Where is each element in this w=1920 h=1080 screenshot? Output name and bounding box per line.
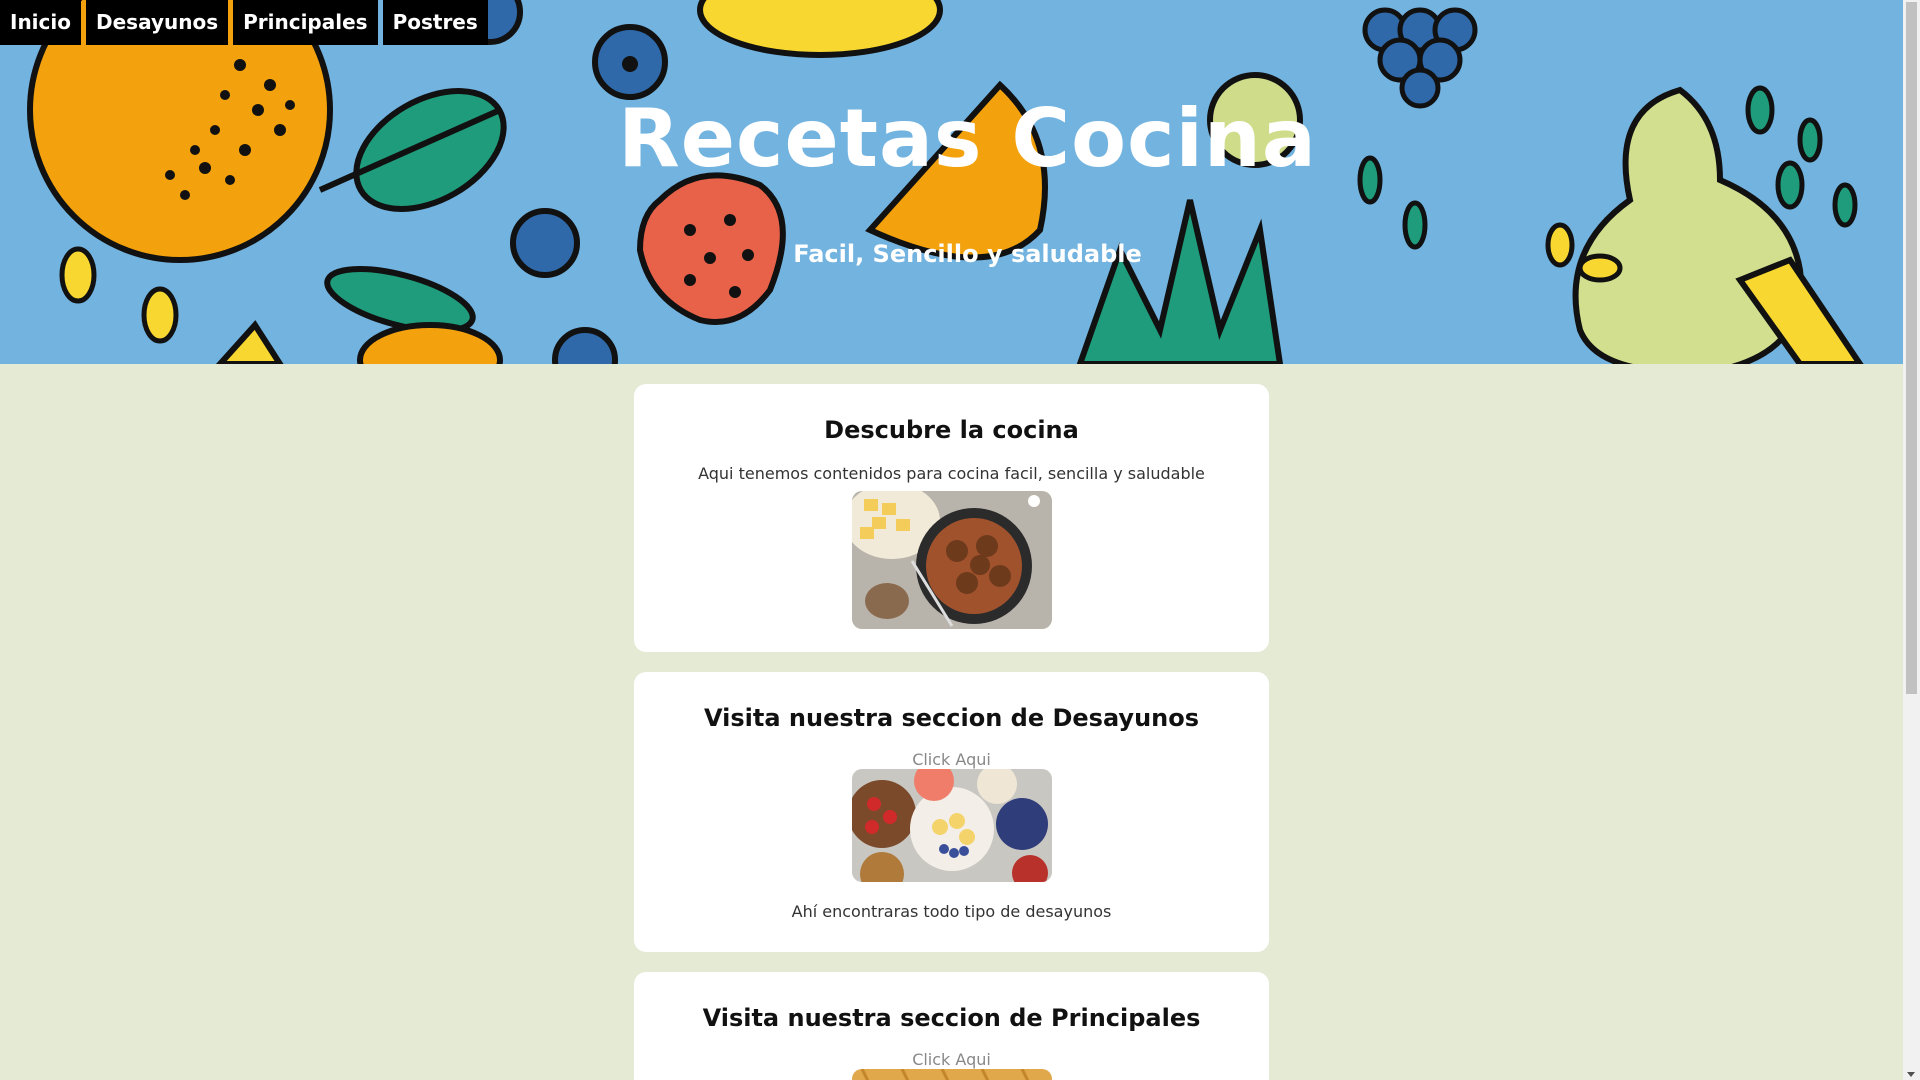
card-principales: Visita nuestra seccion de Principales Cl… (634, 972, 1269, 1080)
nav-item-postres[interactable]: Postres (382, 0, 488, 45)
meatball-stew-image (851, 491, 1052, 629)
nav-item-principales[interactable]: Principales (233, 0, 378, 45)
meatball-stew-image-graphic (851, 491, 1052, 629)
card-caption: Ahí encontraras todo tipo de desayunos (791, 902, 1112, 921)
pasta-image-graphic (851, 1069, 1052, 1080)
hero-banner: Recetas Cocina Facil, Sencillo y saludab… (0, 0, 1903, 364)
card-desayunos: Visita nuestra seccion de Desayunos Clic… (634, 672, 1269, 952)
page-subtitle: Facil, Sencillo y saludable (793, 240, 1142, 268)
card-descubre: Descubre la cocina Aqui tenemos contenid… (634, 384, 1269, 652)
page-scrollbar[interactable] (1903, 0, 1920, 1080)
card-title: Descubre la cocina (824, 416, 1079, 444)
scrollbar-thumb[interactable] (1906, 2, 1917, 694)
card-description: Aqui tenemos contenidos para cocina faci… (698, 464, 1205, 483)
click-aqui-link[interactable]: Click Aqui (912, 750, 991, 769)
page-title: Recetas Cocina (618, 92, 1317, 185)
nav-item-desayunos[interactable]: Desayunos (86, 0, 229, 45)
nav-item-inicio[interactable]: Inicio (0, 0, 81, 45)
click-aqui-link[interactable]: Click Aqui (912, 1050, 991, 1069)
breakfast-bowls-image[interactable] (851, 769, 1052, 882)
breakfast-bowls-image-graphic (851, 769, 1052, 882)
main-nav: Inicio Desayunos Principales Postres (0, 0, 493, 45)
card-title: Visita nuestra seccion de Principales (702, 1004, 1201, 1032)
card-title: Visita nuestra seccion de Desayunos (703, 704, 1200, 732)
pasta-image[interactable] (851, 1069, 1052, 1080)
scroll-down-arrow-icon[interactable] (1907, 1072, 1915, 1077)
